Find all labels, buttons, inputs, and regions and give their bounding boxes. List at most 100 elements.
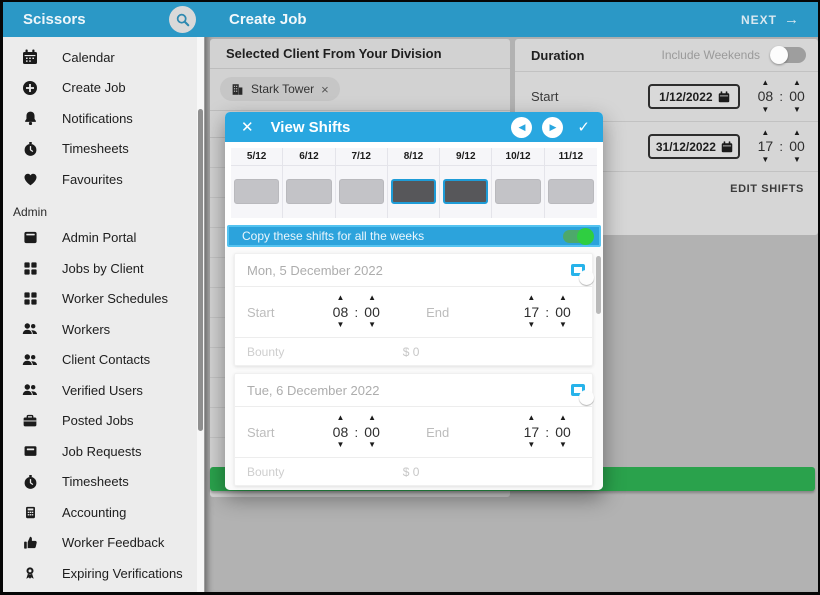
week-day: 5/12 (231, 148, 283, 218)
shift-start-minute: 00 (364, 423, 380, 442)
spinner-up-icon[interactable]: ▲ (761, 79, 769, 87)
view-shifts-modal: ✕ View Shifts ◀ ▶ ✓ 5/12 6/12 7/12 8/12 (225, 112, 603, 490)
shift-time-row: Start ▲ 08 ▼ : ▲ 00 ▼ (235, 287, 592, 338)
spinner-down-icon[interactable]: ▼ (793, 106, 801, 114)
spinner-up-icon[interactable]: ▲ (793, 129, 801, 137)
week-day: 6/12 (283, 148, 335, 218)
sidebar-item-workers[interactable]: Workers (3, 314, 204, 345)
spinner-down-icon[interactable]: ▼ (527, 321, 535, 329)
spinner-down-icon[interactable]: ▼ (337, 321, 345, 329)
spinner-up-icon[interactable]: ▲ (368, 294, 376, 302)
spinner-up-icon[interactable]: ▲ (337, 294, 345, 302)
sidebar-item-jobs-by-client[interactable]: Jobs by Client (3, 253, 204, 284)
day-label: 6/12 (283, 148, 334, 166)
next-week-button[interactable]: ▶ (542, 117, 563, 138)
sidebar-item-worker-schedules[interactable]: Worker Schedules (3, 284, 204, 315)
client-chip[interactable]: Stark Tower × (220, 77, 340, 101)
end-date-value: 31/12/2022 (656, 140, 716, 154)
stopwatch-icon (21, 141, 39, 157)
chevron-left-icon: ◀ (518, 122, 525, 133)
sidebar-item-label: Verified Users (62, 383, 143, 398)
spinner-up-icon[interactable]: ▲ (527, 294, 535, 302)
sidebar-item-timesheets[interactable]: Timesheets (3, 134, 204, 165)
spinner-down-icon[interactable]: ▼ (559, 321, 567, 329)
sidebar-item-client-contacts[interactable]: Client Contacts (3, 345, 204, 376)
spinner-up-icon[interactable]: ▲ (559, 294, 567, 302)
spinner-down-icon[interactable]: ▼ (761, 156, 769, 164)
spinner-down-icon[interactable]: ▼ (761, 106, 769, 114)
close-icon[interactable]: ✕ (241, 118, 254, 136)
shift-cell-selected[interactable] (443, 179, 488, 204)
copy-shifts-toggle[interactable] (563, 230, 592, 243)
bounty-label: Bounty (247, 345, 284, 359)
sidebar-item-accounting[interactable]: Accounting (3, 497, 204, 528)
spinner-up-icon[interactable]: ▲ (368, 414, 376, 422)
spinner-down-icon[interactable]: ▼ (793, 156, 801, 164)
sidebar-item-create-job[interactable]: Create Job (3, 73, 204, 104)
sidebar-item-favourites[interactable]: Favourites (3, 164, 204, 195)
spinner-up-icon[interactable]: ▲ (527, 414, 535, 422)
grid-icon (21, 260, 39, 276)
spinner-down-icon[interactable]: ▼ (337, 441, 345, 449)
spinner-down-icon[interactable]: ▼ (559, 441, 567, 449)
day-label: 8/12 (388, 148, 439, 166)
sidebar-item-label: Create Job (62, 80, 126, 95)
shift-cell[interactable] (495, 179, 540, 204)
sidebar-item-label: Workers (62, 322, 110, 337)
shift-cell[interactable] (286, 179, 331, 204)
grid-icon (21, 291, 39, 307)
spinner-up-icon[interactable]: ▲ (761, 129, 769, 137)
shift-end-label: End (426, 425, 449, 440)
spinner-up-icon[interactable]: ▲ (337, 414, 345, 422)
toggle-highlight-box (571, 384, 585, 396)
sidebar-item-posted-jobs[interactable]: Posted Jobs (3, 406, 204, 437)
spinner-up-icon[interactable]: ▲ (793, 79, 801, 87)
spinner-down-icon[interactable]: ▼ (527, 441, 535, 449)
edit-shifts-button[interactable]: EDIT SHIFTS (730, 183, 804, 195)
people-icon (21, 352, 39, 368)
shift-cell[interactable] (548, 179, 594, 204)
sidebar-item-label: Favourites (62, 172, 123, 187)
sidebar-item-expiring-verifications[interactable]: Expiring Verifications (3, 558, 204, 589)
start-minute-value: 00 (789, 87, 805, 106)
shift-time-row: Start ▲ 08 ▼ : ▲ 00 ▼ (235, 407, 592, 458)
sidebar-scrollbar-thumb[interactable] (198, 109, 203, 431)
include-weekends-toggle[interactable] (770, 47, 806, 63)
spinner-up-icon[interactable]: ▲ (559, 414, 567, 422)
sidebar-item-admin-portal[interactable]: Admin Portal (3, 223, 204, 254)
sidebar-item-label: Worker Schedules (62, 291, 168, 306)
toggle-knob (577, 228, 594, 245)
shift-cell-selected[interactable] (391, 179, 436, 204)
top-bar: Scissors Create Job NEXT → (3, 2, 818, 37)
calendar-icon (721, 141, 733, 153)
end-minute-value: 00 (789, 137, 805, 156)
shift-card: Tue, 6 December 2022 Start ▲ 08 ▼ : (234, 373, 593, 486)
sidebar-item-worker-feedback[interactable]: Worker Feedback (3, 528, 204, 559)
sidebar-item-job-requests[interactable]: Job Requests (3, 436, 204, 467)
chip-remove-icon[interactable]: × (321, 82, 329, 97)
search-button[interactable] (169, 6, 196, 33)
shift-cell[interactable] (339, 179, 384, 204)
sidebar-item-notifications[interactable]: Notifications (3, 103, 204, 134)
spinner-down-icon[interactable]: ▼ (368, 441, 376, 449)
modal-title: View Shifts (271, 119, 351, 136)
spinner-down-icon[interactable]: ▼ (368, 321, 376, 329)
modal-scrollbar-thumb[interactable] (596, 256, 601, 314)
bounty-field[interactable]: Bounty $ 0 (235, 338, 592, 365)
end-date-button[interactable]: 31/12/2022 (648, 134, 740, 159)
shift-end-label: End (426, 305, 449, 320)
sidebar-item-calendar[interactable]: Calendar (3, 42, 204, 73)
start-date-button[interactable]: 1/12/2022 (648, 84, 740, 109)
client-section-title: Selected Client From Your Division (210, 39, 510, 69)
bounty-value: $ 0 (403, 345, 420, 359)
bounty-field[interactable]: Bounty $ 0 (235, 458, 592, 485)
prev-week-button[interactable]: ◀ (511, 117, 532, 138)
sidebar-item-timesheets-admin[interactable]: Timesheets (3, 467, 204, 498)
shift-end-minute: 00 (555, 303, 571, 322)
confirm-check-icon[interactable]: ✓ (577, 118, 590, 136)
sidebar-item-verified-users[interactable]: Verified Users (3, 375, 204, 406)
shift-start-label: Start (247, 425, 274, 440)
sidebar-scrollbar-track (197, 37, 204, 595)
shift-cell[interactable] (234, 179, 279, 204)
next-button[interactable]: NEXT → (741, 11, 800, 28)
